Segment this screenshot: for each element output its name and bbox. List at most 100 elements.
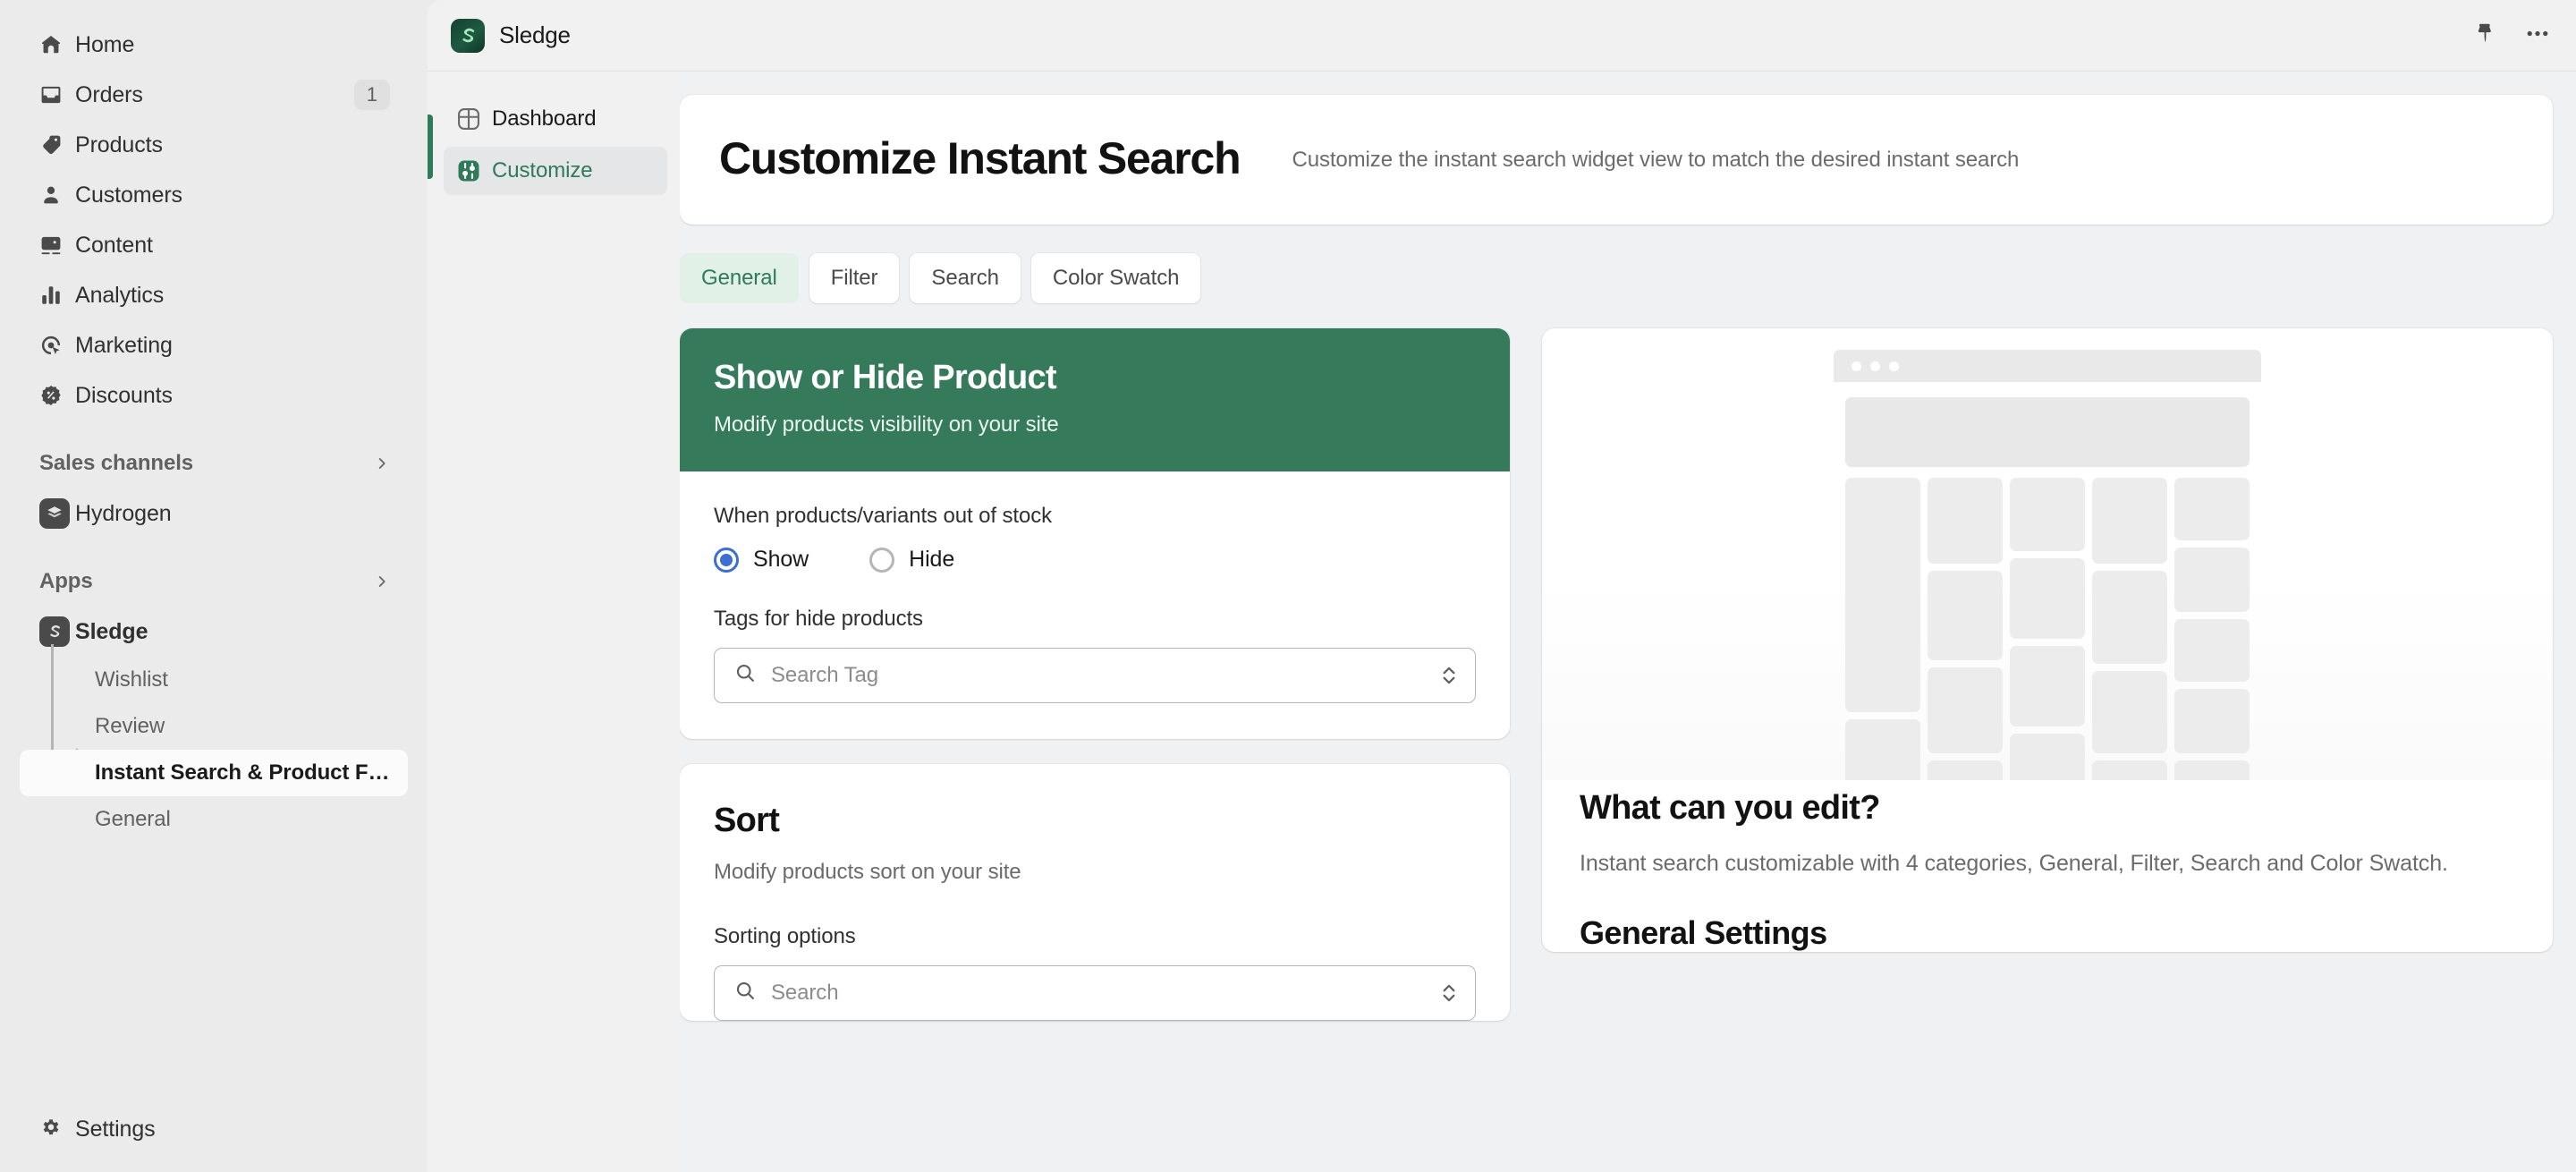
skeleton-block	[2010, 646, 2085, 726]
sidebar-item-label: Discounts	[75, 383, 173, 409]
main-panel: Sledge Dashboard	[428, 0, 2576, 1172]
sidebar-item-home[interactable]: Home	[20, 20, 408, 70]
radio-label: Hide	[909, 547, 954, 573]
sidebar-item-products[interactable]: Products	[20, 120, 408, 170]
sidebar-item-customers[interactable]: Customers	[20, 170, 408, 220]
sidebar-item-label: Home	[75, 32, 134, 58]
card-body: When products/variants out of stock Show…	[680, 471, 1510, 739]
skeleton-block	[2092, 760, 2167, 780]
settings-column: Show or Hide Product Modify products vis…	[680, 328, 1510, 1021]
show-hide-product-card: Show or Hide Product Modify products vis…	[680, 328, 1510, 739]
sledge-logo-icon	[451, 19, 485, 53]
sidebar-item-label: Wishlist	[95, 667, 168, 692]
sidebar-item-content[interactable]: Content	[20, 220, 408, 270]
secondary-nav: Dashboard Customize	[428, 72, 680, 1172]
page-header-card: Customize Instant Search Customize the i…	[680, 95, 2553, 225]
pin-icon[interactable]	[2473, 21, 2497, 50]
sidebar-item-instant-search[interactable]: Instant Search & Product F…	[20, 750, 408, 796]
subnav-item-customize[interactable]: Customize	[444, 147, 667, 195]
skeleton-block	[1928, 760, 2003, 780]
sidebar-item-review[interactable]: Review	[20, 703, 408, 750]
skeleton-block	[1928, 478, 2003, 564]
sidebar-item-orders[interactable]: Orders 1	[20, 70, 408, 120]
sidebar-item-label: Instant Search & Product F…	[95, 760, 389, 786]
skeleton-block	[2174, 619, 2250, 682]
preview-body: Instant search customizable with 4 categ…	[1580, 847, 2515, 880]
subnav-item-dashboard[interactable]: Dashboard	[444, 95, 667, 143]
card-title: Show or Hide Product	[714, 359, 1476, 397]
skeleton-block	[2092, 671, 2167, 753]
sales-channels-header[interactable]: Sales channels	[39, 444, 390, 483]
skeleton-block	[2174, 548, 2250, 612]
tab-filter[interactable]: Filter	[809, 253, 900, 303]
skeleton-block	[1928, 667, 2003, 753]
browser-dot	[1889, 361, 1899, 371]
skeleton-block	[2174, 478, 2250, 540]
dashboard-grid-icon	[456, 106, 492, 132]
tab-bar: General Filter Search Color Swatch	[680, 253, 2553, 303]
sidebar-item-sledge[interactable]: Sledge	[20, 607, 408, 657]
tab-general[interactable]: General	[680, 253, 799, 303]
sidebar-item-wishlist[interactable]: Wishlist	[20, 657, 408, 703]
home-icon	[39, 33, 75, 56]
sorting-options-select[interactable]: Search	[714, 965, 1476, 1021]
radio-dot[interactable]	[869, 548, 894, 573]
sidebar-item-marketing[interactable]: Marketing	[20, 320, 408, 370]
more-horizontal-icon[interactable]	[2524, 21, 2551, 50]
sidebar-item-hydrogen[interactable]: Hydrogen	[20, 488, 408, 539]
skeleton-column	[2174, 478, 2250, 780]
content-area: Customize Instant Search Customize the i…	[680, 72, 2576, 1172]
stock-field-label: When products/variants out of stock	[714, 504, 1052, 528]
chevron-up-down-icon[interactable]	[1439, 981, 1459, 1006]
sidebar-item-label: Review	[95, 714, 165, 739]
radio-show[interactable]: Show	[714, 547, 809, 573]
chevron-right-icon[interactable]	[374, 573, 390, 590]
sidebar-item-label: Content	[75, 233, 153, 259]
skeleton-block	[2010, 478, 2085, 551]
sidebar-item-label: Settings	[75, 1117, 156, 1142]
card-subtitle: Modify products visibility on your site	[714, 412, 1476, 437]
sidebar-item-label: Marketing	[75, 333, 173, 359]
card-header-green: Show or Hide Product Modify products vis…	[680, 328, 1510, 471]
stock-radio-group: Show Hide	[714, 547, 1476, 573]
orders-icon	[39, 83, 75, 106]
skeleton-block	[2174, 760, 2250, 780]
tab-color-swatch[interactable]: Color Swatch	[1031, 253, 1201, 303]
sort-card-subtitle: Modify products sort on your site	[714, 860, 1476, 885]
page-title: Customize Instant Search	[719, 134, 1240, 183]
marketing-target-icon	[39, 334, 75, 357]
radio-label: Show	[753, 547, 809, 573]
sidebar-item-label: Hydrogen	[75, 501, 172, 527]
tab-search[interactable]: Search	[910, 253, 1020, 303]
radio-dot-selected[interactable]	[714, 548, 739, 573]
sort-card-title: Sort	[714, 802, 1476, 840]
search-icon	[734, 980, 757, 1006]
chevron-up-down-icon[interactable]	[1439, 663, 1459, 688]
sidebar-item-general[interactable]: General	[20, 796, 408, 843]
preview-heading: What can you edit?	[1580, 789, 2515, 828]
radio-hide[interactable]: Hide	[869, 547, 954, 573]
tags-field-label: Tags for hide products	[714, 607, 923, 631]
preview-column: What can you edit? Instant search custom…	[1542, 328, 2553, 1021]
sidebar-item-label: Products	[75, 132, 163, 158]
topbar-actions	[2473, 21, 2551, 50]
tags-search-select[interactable]: Search Tag	[714, 648, 1476, 703]
vertical-scrollbar[interactable]	[2565, 14, 2572, 1172]
customers-person-icon	[39, 183, 75, 207]
skeleton-hero-block	[1845, 397, 2250, 467]
sidebar-item-settings[interactable]: Settings	[20, 1104, 408, 1154]
chevron-right-icon[interactable]	[374, 455, 390, 471]
sidebar-item-label: Orders	[75, 82, 143, 108]
skeleton-block	[1928, 571, 2003, 660]
search-icon	[734, 662, 757, 689]
sidebar-item-analytics[interactable]: Analytics	[20, 270, 408, 320]
subnav-item-label: Customize	[492, 158, 592, 183]
preview-card: What can you edit? Instant search custom…	[1542, 328, 2553, 952]
skeleton-block	[1845, 478, 1920, 712]
body-row: Dashboard Customize Customize Instant Se…	[428, 72, 2576, 1172]
skeleton-block	[2092, 571, 2167, 664]
skeleton-block	[1845, 719, 1920, 780]
apps-header[interactable]: Apps	[39, 562, 390, 601]
discounts-badge-icon	[39, 384, 75, 407]
sidebar-item-discounts[interactable]: Discounts	[20, 370, 408, 420]
